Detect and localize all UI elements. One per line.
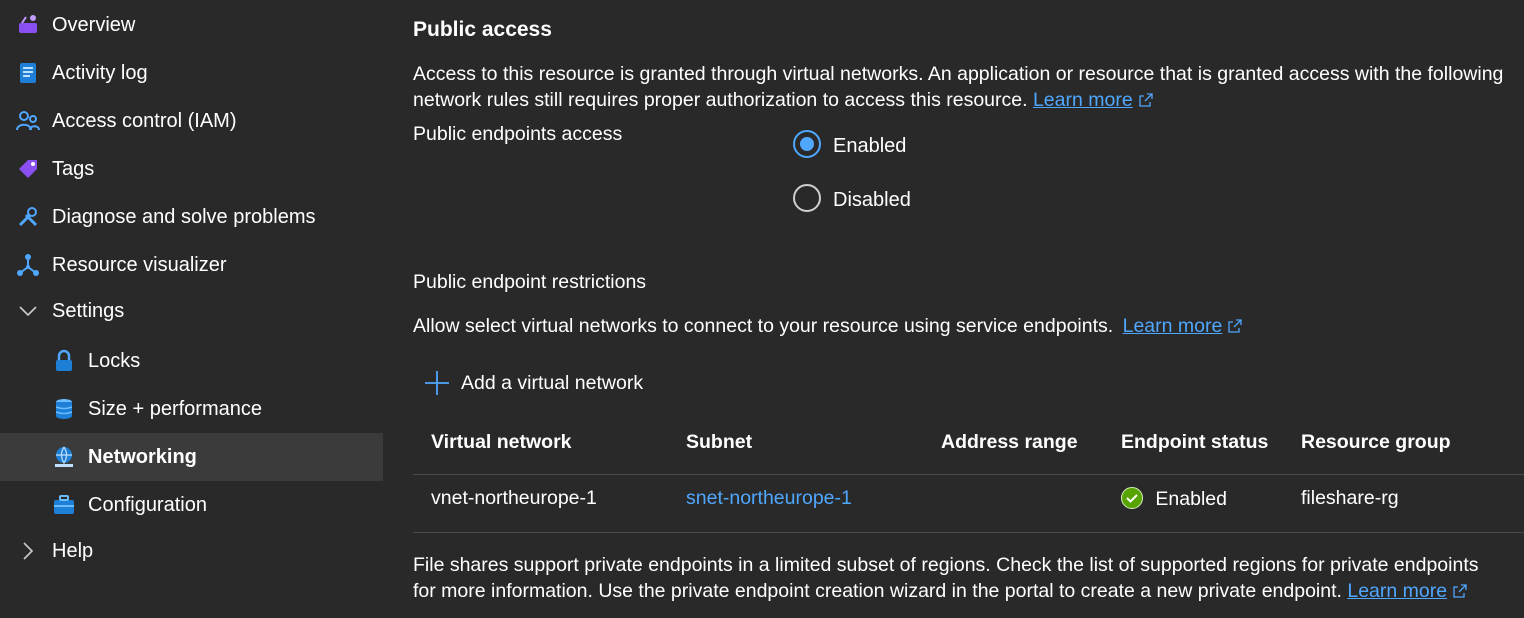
- database-icon: [52, 397, 76, 421]
- chevron-right-icon: [16, 539, 40, 563]
- enabled-radio-label[interactable]: Enabled: [833, 135, 906, 158]
- sidebar-item-label: Help: [52, 539, 94, 562]
- external-link-icon: [1228, 319, 1242, 333]
- sidebar-item-label: Settings: [52, 299, 125, 322]
- hierarchy-icon: [16, 253, 40, 277]
- cell-endpoint-status: Enabled: [1121, 487, 1227, 511]
- people-icon: [16, 109, 40, 133]
- sidebar-item-label: Configuration: [88, 493, 207, 516]
- networking-content: Public access Access to this resource is…: [413, 0, 1524, 618]
- success-check-icon: [1121, 487, 1143, 509]
- sidebar-item-tags[interactable]: Tags: [0, 145, 383, 193]
- sidebar-item-label: Tags: [52, 157, 95, 180]
- restrictions-heading: Public endpoint restrictions: [413, 271, 647, 293]
- sidebar-item-locks[interactable]: Locks: [0, 337, 383, 385]
- learn-more-link[interactable]: Learn more: [1033, 89, 1133, 111]
- cell-subnet-link[interactable]: snet-northeurope-1: [686, 487, 852, 510]
- chevron-down-icon: [16, 299, 40, 323]
- sidebar-group-settings[interactable]: Settings: [0, 287, 383, 335]
- sidebar-item-label: Size + performance: [88, 397, 262, 420]
- sidebar-item-label: Activity log: [52, 61, 148, 84]
- add-virtual-network-label: Add a virtual network: [461, 371, 644, 394]
- private-endpoints-note: File shares support private endpoints in…: [413, 554, 1479, 602]
- sidebar-item-label: Overview: [52, 13, 136, 36]
- cell-resource-group: fileshare-rg: [1301, 487, 1399, 509]
- public-access-description: Access to this resource is granted throu…: [413, 63, 1504, 111]
- public-endpoints-label: Public endpoints access: [413, 123, 623, 145]
- sidebar-item-label: Access control (IAM): [52, 109, 237, 132]
- sidebar-item-label: Resource visualizer: [52, 253, 227, 276]
- column-header-address-range[interactable]: Address range: [941, 431, 1078, 454]
- public-access-heading: Public access: [413, 18, 552, 41]
- toolbox-icon: [52, 493, 76, 517]
- disabled-radio[interactable]: [793, 184, 821, 212]
- sidebar-item-activity-log[interactable]: Activity log: [0, 49, 383, 97]
- sidebar-item-label: Locks: [88, 349, 141, 372]
- activity-log-icon: [16, 61, 40, 85]
- tag-icon: [16, 157, 40, 181]
- cell-virtual-network: vnet-northeurope-1: [431, 487, 597, 509]
- overview-icon: [16, 13, 40, 37]
- sidebar-item-label: Diagnose and solve problems: [52, 205, 316, 228]
- sidebar-item-networking[interactable]: Networking: [0, 433, 383, 481]
- external-link-icon: [1453, 584, 1467, 598]
- sidebar-item-resource-visualizer[interactable]: Resource visualizer: [0, 241, 383, 289]
- sidebar-item-label: Networking: [88, 445, 197, 468]
- wrench-icon: [16, 205, 40, 229]
- restrictions-description: Allow select virtual networks to connect…: [413, 315, 1242, 338]
- sidebar-item-diagnose[interactable]: Diagnose and solve problems: [0, 193, 383, 241]
- plus-icon: [425, 371, 449, 395]
- column-header-subnet[interactable]: Subnet: [686, 431, 752, 454]
- endpoint-status-label: Enabled: [1155, 488, 1227, 510]
- table-divider: [413, 474, 1524, 475]
- column-header-virtual-network[interactable]: Virtual network: [431, 431, 572, 454]
- networking-icon: [52, 445, 76, 469]
- disabled-radio-label[interactable]: Disabled: [833, 189, 911, 212]
- sidebar-item-overview[interactable]: Overview: [0, 1, 383, 49]
- external-link-icon: [1139, 93, 1153, 107]
- enabled-radio[interactable]: [793, 130, 821, 158]
- add-virtual-network-button[interactable]: Add a virtual network: [424, 370, 643, 396]
- sidebar-item-configuration[interactable]: Configuration: [0, 481, 383, 529]
- lock-icon: [52, 349, 76, 373]
- sidebar-item-size-performance[interactable]: Size + performance: [0, 385, 383, 433]
- learn-more-link[interactable]: Learn more: [1347, 580, 1447, 602]
- column-header-resource-group[interactable]: Resource group: [1301, 431, 1451, 454]
- learn-more-link[interactable]: Learn more: [1123, 315, 1223, 337]
- table-divider: [413, 532, 1524, 533]
- sidebar-item-access-control[interactable]: Access control (IAM): [0, 97, 383, 145]
- sidebar-group-help[interactable]: Help: [0, 527, 383, 575]
- sidebar: Overview Activity log Access control (IA…: [0, 0, 383, 618]
- column-header-endpoint-status[interactable]: Endpoint status: [1121, 431, 1268, 454]
